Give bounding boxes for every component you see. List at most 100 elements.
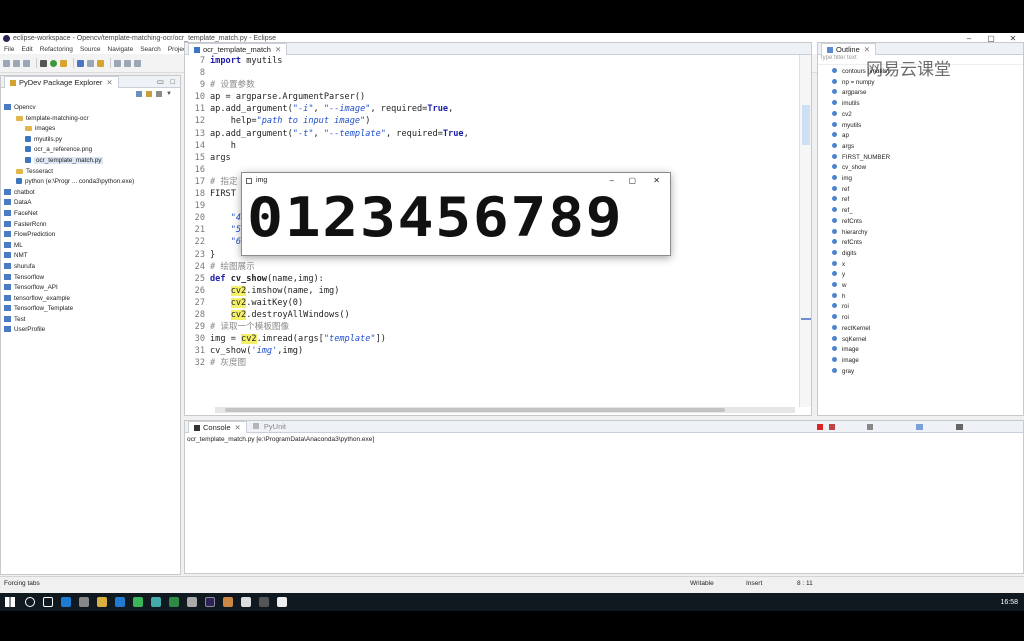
outline-item[interactable]: refCnts: [832, 238, 1023, 249]
tree-item[interactable]: ocr_a_reference.png: [4, 145, 180, 156]
code-line[interactable]: 30 img = cv2.imread(args["template"]): [185, 333, 799, 345]
save-icon[interactable]: [13, 59, 20, 67]
outline-item[interactable]: ap: [832, 131, 1023, 142]
tree-item[interactable]: ML: [4, 241, 180, 252]
close-icon[interactable]: ✕: [864, 45, 870, 54]
start-icon[interactable]: [5, 597, 15, 607]
eclipse-icon[interactable]: [205, 597, 215, 607]
outline-item[interactable]: ref: [832, 185, 1023, 196]
search-icon[interactable]: [25, 597, 35, 607]
app-icon[interactable]: [115, 597, 125, 607]
code-line[interactable]: 15 args: [185, 152, 799, 164]
tab-console[interactable]: Console ✕: [188, 421, 247, 433]
print-icon[interactable]: [23, 59, 30, 67]
outline-item[interactable]: y: [832, 270, 1023, 281]
search-icon[interactable]: [87, 59, 94, 67]
close-icon[interactable]: ✕: [275, 45, 281, 54]
outline-item[interactable]: image: [832, 356, 1023, 367]
tab-outline[interactable]: Outline ✕: [821, 43, 877, 55]
tree-item[interactable]: python (e:\Progr ... conda3\python.exe): [4, 177, 180, 188]
wechat-icon[interactable]: [133, 597, 143, 607]
outline-item[interactable]: hierarchy: [832, 228, 1023, 239]
code-line[interactable]: 14 h: [185, 140, 799, 152]
menu-item[interactable]: Edit: [21, 46, 32, 53]
open-folder-icon[interactable]: [97, 59, 104, 67]
app-icon[interactable]: [259, 597, 269, 607]
code-line[interactable]: 24 # 绘图展示: [185, 261, 799, 273]
menu-item[interactable]: Source: [80, 46, 101, 53]
tree-item[interactable]: shurufa: [4, 262, 180, 273]
outline-item[interactable]: imutils: [832, 99, 1023, 110]
app-icon[interactable]: [223, 597, 233, 607]
outline-item[interactable]: args: [832, 142, 1023, 153]
view-menu-icon[interactable]: ▼: [166, 91, 172, 97]
store-icon[interactable]: [79, 597, 89, 607]
menu-item[interactable]: File: [4, 46, 14, 53]
outline-item[interactable]: img: [832, 174, 1023, 185]
outline-item[interactable]: roi: [832, 302, 1023, 313]
tab-package-explorer[interactable]: PyDev Package Explorer ✕: [4, 76, 119, 88]
tree-item[interactable]: FasterRcnn: [4, 220, 180, 231]
outline-item[interactable]: image: [832, 345, 1023, 356]
app-icon[interactable]: [241, 597, 251, 607]
tree-item[interactable]: Opencv: [4, 103, 180, 114]
code-line[interactable]: 12 help="path to input image"): [185, 115, 799, 127]
tree-item[interactable]: tensorflow_example: [4, 294, 180, 305]
app-icon[interactable]: [277, 597, 287, 607]
next-annotation-icon[interactable]: [114, 59, 121, 67]
tree-item[interactable]: Tensorflow: [4, 273, 180, 284]
outline-item[interactable]: rectKernel: [832, 324, 1023, 335]
outline-item[interactable]: argparse: [832, 88, 1023, 99]
remove-launch-icon[interactable]: [829, 424, 835, 430]
outline-item[interactable]: FIRST_NUMBER: [832, 153, 1023, 164]
tree-item[interactable]: chatbot: [4, 188, 180, 199]
outline-item[interactable]: cv2: [832, 110, 1023, 121]
code-line[interactable]: 13 ap.add_argument("-t", "--template", re…: [185, 128, 799, 140]
maximize-button[interactable]: ▢: [628, 176, 636, 185]
code-line[interactable]: 10 ap = argparse.ArgumentParser(): [185, 91, 799, 103]
link-editor-icon[interactable]: [146, 90, 153, 97]
edge-icon[interactable]: [61, 597, 71, 607]
outline-item[interactable]: gray: [832, 367, 1023, 378]
minimize-view-icon[interactable]: ▭: [157, 77, 164, 86]
code-line[interactable]: 31 cv_show('img',img): [185, 345, 799, 357]
task-view-icon[interactable]: [43, 597, 53, 607]
code-line[interactable]: 26 cv2.imshow(name, img): [185, 285, 799, 297]
outline-item[interactable]: x: [832, 260, 1023, 271]
outline-item[interactable]: digits: [832, 249, 1023, 260]
tab-pyunit[interactable]: PyUnit: [252, 422, 286, 431]
maximize-view-icon[interactable]: □: [170, 77, 175, 86]
code-line[interactable]: 8: [185, 67, 799, 79]
tree-item[interactable]: FlowPrediction: [4, 230, 180, 241]
open-type-icon[interactable]: [77, 59, 84, 67]
code-line[interactable]: 11 ap.add_argument("-i", "--image", requi…: [185, 103, 799, 115]
outline-item[interactable]: w: [832, 281, 1023, 292]
code-line[interactable]: 29 # 读取一个模板图像: [185, 321, 799, 333]
run-icon[interactable]: [50, 59, 57, 67]
open-console-icon[interactable]: [956, 424, 963, 430]
close-button[interactable]: ✕: [653, 176, 660, 185]
tree-item[interactable]: Tensorflow_API: [4, 283, 180, 294]
tree-item[interactable]: template-matching-ocr: [4, 114, 180, 125]
code-line[interactable]: 9 # 设置参数: [185, 79, 799, 91]
code-line[interactable]: 32 # 灰度图: [185, 357, 799, 369]
outline-item[interactable]: cv_show: [832, 163, 1023, 174]
menu-item[interactable]: Refactoring: [40, 46, 73, 53]
tab-ocr-template-match[interactable]: ocr_template_match ✕: [188, 43, 288, 55]
collapse-all-icon[interactable]: [136, 90, 143, 97]
new-icon[interactable]: [3, 59, 10, 67]
outline-item[interactable]: refCnts: [832, 217, 1023, 228]
filter-icon[interactable]: [156, 90, 163, 97]
close-icon[interactable]: ✕: [106, 78, 112, 87]
code-line[interactable]: 7 import myutils: [185, 55, 799, 67]
tree-item[interactable]: NMT: [4, 251, 180, 262]
clear-console-icon[interactable]: [867, 424, 873, 430]
outline-item[interactable]: ref_: [832, 206, 1023, 217]
tree-item[interactable]: Tesseract: [4, 167, 180, 178]
menu-item[interactable]: Search: [140, 46, 161, 53]
app-icon[interactable]: [187, 597, 197, 607]
app-icon[interactable]: [151, 597, 161, 607]
code-line[interactable]: 28 cv2.destroyAllWindows(): [185, 309, 799, 321]
tree-item[interactable]: Tensorflow_Template: [4, 304, 180, 315]
tree-item[interactable]: myutils.py: [4, 135, 180, 146]
